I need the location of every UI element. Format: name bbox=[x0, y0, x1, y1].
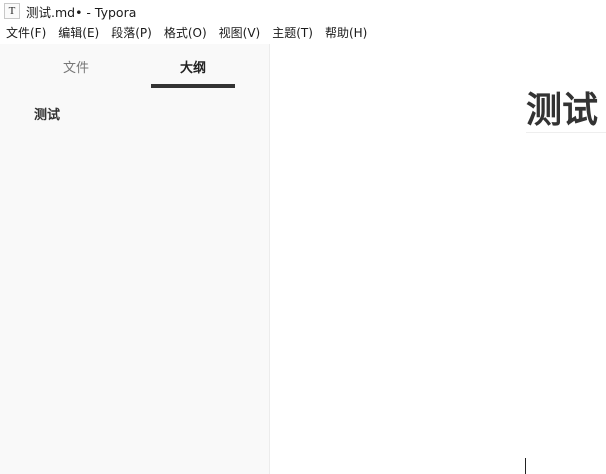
active-tab-indicator bbox=[151, 84, 235, 88]
menu-paragraph[interactable]: 段落(P) bbox=[105, 23, 158, 44]
outline-list: 测试 bbox=[0, 104, 269, 128]
sidebar: 文件 大纲 测试 bbox=[0, 44, 270, 474]
editor-area[interactable]: 测试 bbox=[270, 44, 606, 474]
menu-help[interactable]: 帮助(H) bbox=[319, 23, 373, 44]
typora-window: T 测试.md• - Typora 文件(F) 编辑(E) 段落(P) 格式(O… bbox=[0, 0, 606, 474]
text-cursor bbox=[525, 458, 526, 474]
heading-divider bbox=[526, 132, 606, 133]
menu-themes[interactable]: 主题(T) bbox=[266, 23, 319, 44]
sidebar-tabs: 文件 大纲 bbox=[0, 44, 269, 90]
tab-files[interactable]: 文件 bbox=[34, 44, 118, 88]
menu-bar: 文件(F) 编辑(E) 段落(P) 格式(O) 视图(V) 主题(T) 帮助(H… bbox=[0, 23, 606, 44]
title-bar: T 测试.md• - Typora bbox=[0, 0, 606, 22]
window-title: 测试.md• - Typora bbox=[26, 4, 137, 20]
menu-format[interactable]: 格式(O) bbox=[158, 23, 213, 44]
outline-item[interactable]: 测试 bbox=[0, 104, 269, 128]
tab-outline[interactable]: 大纲 bbox=[151, 44, 235, 88]
document-heading[interactable]: 测试 bbox=[526, 86, 598, 136]
menu-file[interactable]: 文件(F) bbox=[0, 23, 52, 44]
menu-view[interactable]: 视图(V) bbox=[213, 23, 267, 44]
typora-icon: T bbox=[4, 3, 20, 19]
menu-edit[interactable]: 编辑(E) bbox=[52, 23, 105, 44]
